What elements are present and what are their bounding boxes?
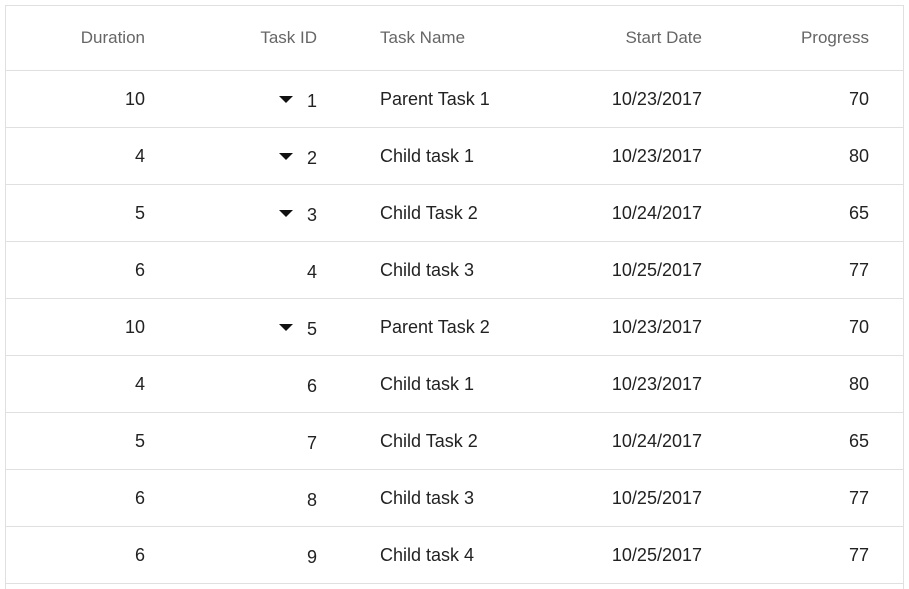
cell-task-id: 9 <box>157 545 329 566</box>
table-row[interactable]: 10 5 Parent Task 2 10/23/2017 70 <box>6 299 903 356</box>
cell-duration: 6 <box>134 544 145 565</box>
cell-task-name: Parent Task 2 <box>380 316 490 337</box>
task-id-value: 5 <box>306 318 317 338</box>
column-header-progress[interactable]: Progress <box>702 28 872 48</box>
grid-header-row: Duration Task ID Task Name Start Date Pr… <box>6 6 903 71</box>
cell-progress: 77 <box>848 487 869 508</box>
cell-duration: 4 <box>134 145 145 166</box>
cell-progress: 70 <box>848 88 869 109</box>
cell-task-id: 7 <box>157 431 329 452</box>
cell-start-date: 10/23/2017 <box>611 316 702 337</box>
cell-task-name: Child Task 2 <box>380 430 478 451</box>
table-row[interactable]: 6 8 Child task 3 10/25/2017 77 <box>6 470 903 527</box>
caret-down-icon[interactable] <box>278 152 293 160</box>
task-id-value: 9 <box>306 546 317 566</box>
cell-progress: 65 <box>848 430 869 451</box>
cell-task-id: 2 <box>157 146 329 167</box>
grid-body: 10 1 Parent Task 1 10/23/2017 70 4 2 Child task… <box>6 71 903 584</box>
cell-start-date: 10/23/2017 <box>611 145 702 166</box>
cell-duration: 6 <box>134 259 145 280</box>
cell-start-date: 10/24/2017 <box>611 430 702 451</box>
cell-start-date: 10/23/2017 <box>611 373 702 394</box>
task-id-value: 2 <box>306 147 317 167</box>
cell-duration: 4 <box>134 373 145 394</box>
task-id-value: 3 <box>306 204 317 224</box>
cell-progress: 77 <box>848 259 869 280</box>
task-id-value: 4 <box>306 261 317 281</box>
task-id-value: 1 <box>306 90 317 110</box>
cell-task-name: Child task 3 <box>380 259 475 280</box>
cell-task-id: 1 <box>157 89 329 110</box>
task-id-value: 6 <box>306 375 317 395</box>
table-row[interactable]: 6 9 Child task 4 10/25/2017 77 <box>6 527 903 584</box>
cell-progress: 77 <box>848 544 869 565</box>
caret-down-icon[interactable] <box>278 209 293 217</box>
cell-task-id: 6 <box>157 374 329 395</box>
cell-task-id: 8 <box>157 488 329 509</box>
table-row[interactable]: 10 1 Parent Task 1 10/23/2017 70 <box>6 71 903 128</box>
cell-start-date: 10/25/2017 <box>611 487 702 508</box>
column-header-duration[interactable]: Duration <box>6 28 157 48</box>
cell-task-name: Child task 4 <box>380 544 475 565</box>
task-id-value: 7 <box>306 432 317 452</box>
cell-duration: 6 <box>134 487 145 508</box>
cell-task-id: 3 <box>157 203 329 224</box>
cell-start-date: 10/25/2017 <box>611 544 702 565</box>
column-header-start-date[interactable]: Start Date <box>524 28 702 48</box>
task-id-value: 8 <box>306 489 317 509</box>
table-row[interactable]: 5 7 Child Task 2 10/24/2017 65 <box>6 413 903 470</box>
cell-start-date: 10/24/2017 <box>611 202 702 223</box>
table-row[interactable]: 6 4 Child task 3 10/25/2017 77 <box>6 242 903 299</box>
cell-duration: 5 <box>134 202 145 223</box>
caret-down-icon[interactable] <box>278 323 293 331</box>
cell-task-name: Child task 1 <box>380 145 475 166</box>
cell-progress: 65 <box>848 202 869 223</box>
column-header-task-id[interactable]: Task ID <box>157 28 329 48</box>
cell-task-id: 4 <box>157 260 329 281</box>
cell-task-id: 5 <box>157 317 329 338</box>
cell-progress: 70 <box>848 316 869 337</box>
table-row[interactable]: 4 6 Child task 1 10/23/2017 80 <box>6 356 903 413</box>
cell-task-name: Child task 3 <box>380 487 475 508</box>
cell-duration: 10 <box>124 88 145 109</box>
table-row[interactable]: 5 3 Child Task 2 10/24/2017 65 <box>6 185 903 242</box>
caret-down-icon[interactable] <box>278 95 293 103</box>
tree-grid: Duration Task ID Task Name Start Date Pr… <box>5 5 904 589</box>
cell-start-date: 10/23/2017 <box>611 88 702 109</box>
table-row[interactable]: 4 2 Child task 1 10/23/2017 80 <box>6 128 903 185</box>
cell-task-name: Parent Task 1 <box>380 88 490 109</box>
cell-task-name: Child Task 2 <box>380 202 478 223</box>
column-header-task-name[interactable]: Task Name <box>329 28 524 48</box>
cell-duration: 10 <box>124 316 145 337</box>
cell-progress: 80 <box>848 373 869 394</box>
cell-task-name: Child task 1 <box>380 373 475 394</box>
cell-start-date: 10/25/2017 <box>611 259 702 280</box>
cell-progress: 80 <box>848 145 869 166</box>
cell-duration: 5 <box>134 430 145 451</box>
